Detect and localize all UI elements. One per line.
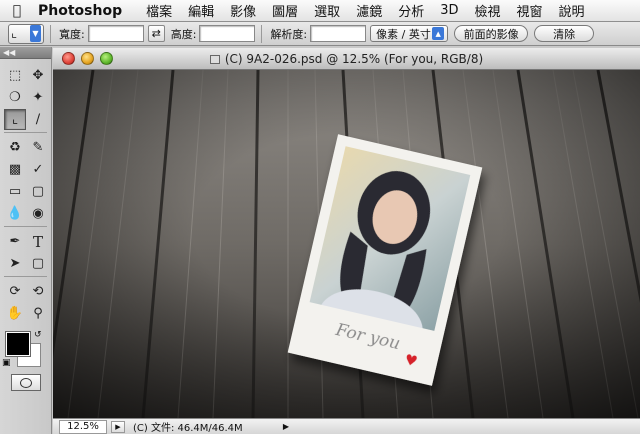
document-title: (C) 9A2-026.psd @ 12.5% (For you, RGB/8) [53, 52, 640, 66]
path-selection-tool-icon[interactable]: ➤ [4, 253, 26, 274]
3d-orbit-tool-icon[interactable]: ⟲ [27, 281, 49, 302]
status-menu-arrow-icon[interactable]: ▶ [281, 421, 291, 433]
updown-arrow-icon: ▲ [432, 27, 445, 40]
history-brush-tool-icon[interactable]: ✓ [27, 159, 49, 180]
spot-healing-tool-icon[interactable]: ♻ [4, 137, 26, 158]
divider [261, 24, 263, 43]
dodge-tool-icon[interactable]: ◉ [27, 203, 49, 224]
blur-tool-icon[interactable]: 💧 [4, 203, 26, 224]
lasso-tool-icon[interactable]: ❍ [4, 87, 26, 108]
tool-preset-picker[interactable]: ⌞ ▼ [8, 23, 44, 44]
quick-mask-button[interactable] [10, 374, 41, 391]
type-tool-icon[interactable]: T [27, 231, 49, 252]
default-colors-icon[interactable]: ▣ [2, 358, 11, 368]
app-menu[interactable]: Photoshop [34, 3, 138, 19]
3d-rotate-tool-icon[interactable]: ⟳ [4, 281, 26, 302]
swap-dimensions-button[interactable]: ⇄ [147, 25, 165, 42]
marquee-tool-icon[interactable]: ⬚ [4, 65, 26, 86]
hand-tool-icon[interactable]: ✋ [4, 303, 26, 324]
shape-tool-icon[interactable]: ▢ [27, 253, 49, 274]
foreground-color-swatch[interactable] [5, 331, 31, 357]
eraser-tool-icon[interactable]: ▭ [4, 181, 26, 202]
chevron-down-icon: ▼ [30, 25, 41, 42]
quick-mask-icon [19, 377, 32, 388]
menu-analysis[interactable]: 分析 [390, 1, 432, 20]
divider [4, 276, 47, 277]
zoom-tool-icon[interactable]: ⚲ [27, 303, 49, 324]
apple-icon[interactable]:  [0, 3, 34, 19]
swap-icon: ⇄ [151, 27, 161, 40]
crop-icon: ⌞ [11, 26, 18, 41]
resolution-label: 解析度: [270, 27, 308, 41]
unit-select-value: 像素 / 英寸 [376, 27, 431, 41]
front-image-button[interactable]: 前面的影像 [454, 25, 529, 42]
zoom-level-field[interactable]: 12.5% [59, 419, 107, 434]
divider [4, 132, 47, 133]
menu-filter[interactable]: 濾鏡 [348, 1, 390, 20]
document-titlebar[interactable]: (C) 9A2-026.psd @ 12.5% (For you, RGB/8) [53, 48, 640, 70]
quick-selection-tool-icon[interactable]: ✦ [27, 87, 49, 108]
swap-colors-icon[interactable]: ↺ [34, 330, 42, 340]
eyedropper-tool-icon[interactable]: ∕ [27, 109, 49, 130]
gradient-tool-icon[interactable]: ▢ [27, 181, 49, 202]
options-bar: ⌞ ▼ 寬度: ⇄ 高度: 解析度: 像素 / 英寸 ▲ 前面的影像 清除 [0, 22, 640, 46]
document-title-text: (C) 9A2-026.psd @ 12.5% (For you, RGB/8) [224, 51, 484, 66]
menu-3d[interactable]: 3D [432, 3, 466, 18]
width-label: 寬度: [59, 27, 85, 41]
file-info-text: (C) 文件: 46.4M/46.4M [133, 423, 243, 434]
menu-edit[interactable]: 編輯 [180, 1, 222, 20]
height-label: 高度: [170, 27, 197, 41]
resolution-input[interactable] [310, 25, 367, 42]
panel-collapse-handle[interactable]: ◀◀ [0, 47, 51, 59]
canvas-image: For you [53, 70, 640, 418]
menu-select[interactable]: 選取 [306, 1, 348, 20]
divider [4, 226, 47, 227]
menu-layer[interactable]: 圖層 [264, 1, 306, 20]
width-input[interactable] [87, 25, 144, 42]
menu-image[interactable]: 影像 [222, 1, 264, 20]
color-swatches: ↺ ▣ [0, 330, 51, 370]
status-bar: 12.5% ▶ (C) 文件: 46.4M/46.4M ▶ [53, 418, 640, 434]
clone-stamp-tool-icon[interactable]: ▩ [4, 159, 26, 180]
document-canvas[interactable]: For you [53, 70, 640, 418]
resolution-unit-select[interactable]: 像素 / 英寸 ▲ [370, 25, 449, 42]
tools-panel: ◀◀ ⬚ ✥ ❍ ✦ ⌞ ∕ ♻ ✎ ▩ ✓ ▭ ▢ 💧 ◉ ✒ T ➤ ▢ ⟳… [0, 47, 52, 434]
status-preview-icon[interactable]: ▶ [111, 420, 125, 433]
move-tool-icon[interactable]: ✥ [27, 65, 49, 86]
menu-file[interactable]: 檔案 [138, 1, 180, 20]
clear-button[interactable]: 清除 [534, 25, 595, 42]
divider [50, 24, 51, 43]
height-input[interactable] [199, 25, 256, 42]
menu-bar:  Photoshop 檔案 編輯 影像 圖層 選取 濾鏡 分析 3D 檢視 視… [0, 0, 640, 22]
menu-help[interactable]: 說明 [551, 1, 593, 20]
menu-window[interactable]: 視窗 [509, 1, 551, 20]
pen-tool-icon[interactable]: ✒ [4, 231, 26, 252]
crop-tool-icon[interactable]: ⌞ [4, 109, 26, 130]
document-window: (C) 9A2-026.psd @ 12.5% (For you, RGB/8) [53, 48, 640, 434]
brush-tool-icon[interactable]: ✎ [27, 137, 49, 158]
document-icon [209, 54, 220, 64]
menu-view[interactable]: 檢視 [467, 1, 509, 20]
